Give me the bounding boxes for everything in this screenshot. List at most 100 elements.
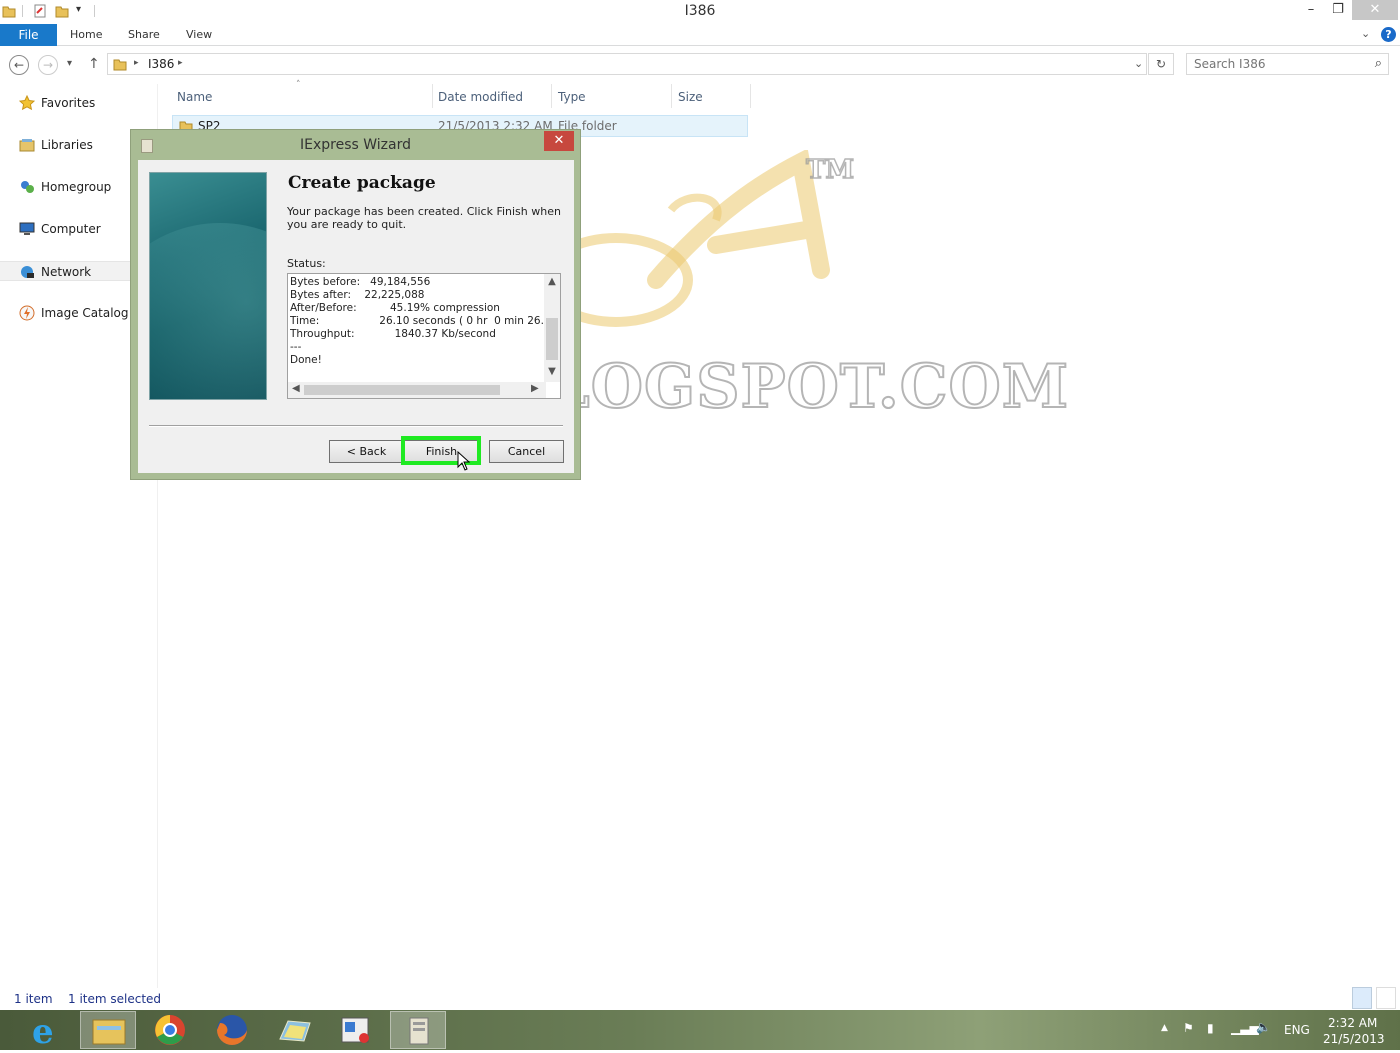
status-line: Bytes before: 49,184,556 (290, 276, 431, 288)
tab-share[interactable]: Share (128, 28, 160, 41)
dialog-close-button[interactable]: ✕ (544, 131, 574, 151)
volume-icon[interactable]: 🔈 (1256, 1020, 1271, 1034)
media-icon[interactable] (328, 1011, 384, 1049)
nav-item-homegroup[interactable]: Homegroup (0, 177, 130, 197)
column-separator[interactable] (432, 84, 433, 108)
status-text-area[interactable]: Bytes before: 49,184,556 Bytes after: 22,… (287, 273, 561, 399)
scroll-thumb[interactable] (304, 385, 500, 395)
close-button[interactable]: ✕ (1352, 0, 1398, 20)
nav-item-label: Homegroup (41, 180, 112, 194)
dialog-body: Create package Your package has been cre… (138, 160, 574, 473)
column-header-name[interactable]: Name (177, 90, 212, 104)
homegroup-icon (21, 181, 34, 193)
folder-icon (113, 59, 127, 71)
expand-ribbon-icon[interactable]: ⌄ (1361, 27, 1370, 40)
tab-home[interactable]: Home (70, 28, 102, 41)
nav-item-libraries[interactable]: Libraries (0, 135, 130, 155)
breadcrumb-chevron-icon[interactable]: ▸ (178, 58, 183, 68)
nav-item-label: Computer (41, 222, 101, 236)
mouse-cursor-icon (457, 451, 471, 471)
libraries-icon (19, 139, 35, 152)
status-line: Bytes after: 22,225,088 (290, 289, 425, 301)
divider (149, 425, 563, 427)
windows-photo-icon[interactable] (266, 1011, 322, 1049)
status-line: --- (290, 341, 302, 353)
action-center-flag-icon[interactable]: ⚑ (1183, 1021, 1194, 1035)
clock-date[interactable]: 21/5/2013 (1323, 1032, 1385, 1046)
wizard-banner-image (149, 172, 267, 400)
search-field[interactable]: ⌕ (1186, 53, 1389, 75)
power-icon[interactable]: ▮ (1207, 1021, 1214, 1035)
refresh-icon[interactable]: ↻ (1148, 53, 1174, 75)
scroll-right-icon[interactable]: ▶ (531, 383, 539, 394)
ribbon-tabs: File Home Share View ⌄ ? (0, 24, 1400, 46)
large-icons-view-icon[interactable] (1376, 987, 1396, 1009)
column-separator[interactable] (551, 84, 552, 108)
nav-item-favorites[interactable]: Favorites (0, 93, 130, 113)
dialog-heading: Create package (288, 173, 436, 193)
restore-button[interactable]: ❐ (1324, 0, 1352, 20)
status-bar: 1 item 1 item selected (0, 989, 1400, 1009)
cancel-button[interactable]: Cancel (489, 440, 564, 463)
item-count: 1 item (14, 992, 53, 1006)
computer-icon (19, 222, 35, 235)
status-lines: Bytes before: 49,184,556 Bytes after: 22,… (290, 276, 544, 367)
scroll-down-icon[interactable]: ▼ (544, 366, 560, 377)
back-arrow-icon[interactable]: ← (9, 55, 29, 75)
forward-arrow-icon[interactable]: → (38, 55, 58, 75)
scroll-left-icon[interactable]: ◀ (292, 383, 300, 394)
internet-explorer-icon[interactable]: e (18, 1011, 74, 1052)
network-signal-icon[interactable]: ▁▃▅ (1231, 1021, 1259, 1035)
column-separator[interactable] (750, 84, 751, 108)
clock-time[interactable]: 2:32 AM (1328, 1016, 1377, 1030)
search-icon[interactable]: ⌕ (1375, 56, 1382, 71)
iexpress-wizard-dialog: IExpress Wizard ✕ Create package Your pa… (130, 129, 581, 480)
up-arrow-icon[interactable]: ↑ (88, 56, 100, 72)
column-header-size[interactable]: Size (678, 90, 703, 104)
status-label: Status: (287, 257, 326, 270)
dialog-title: IExpress Wizard (300, 137, 411, 153)
nav-item-computer[interactable]: Computer (0, 219, 130, 239)
status-line: Time: 26.10 seconds ( 0 hr 0 min 26.10 s… (290, 315, 544, 327)
details-view-icon[interactable] (1352, 987, 1372, 1009)
scroll-up-icon[interactable]: ▲ (544, 276, 560, 287)
selection-count: 1 item selected (68, 992, 162, 1006)
firefox-icon[interactable] (204, 1011, 260, 1049)
star-icon (19, 95, 35, 111)
search-input[interactable] (1187, 54, 1357, 74)
address-dropdown-icon[interactable]: ⌄ (1134, 57, 1143, 70)
breadcrumb[interactable]: I386 (148, 57, 174, 71)
iexpress-icon[interactable] (390, 1011, 446, 1049)
nav-item-image-catalog[interactable]: Image Catalog (0, 303, 130, 323)
tab-view[interactable]: View (186, 28, 212, 41)
help-icon[interactable]: ? (1381, 27, 1396, 42)
column-header-type[interactable]: Type (558, 90, 586, 104)
language-indicator[interactable]: ENG (1284, 1023, 1310, 1037)
nav-item-label: Libraries (41, 138, 93, 152)
title-bar: ▾ I386 – ❐ ✕ (0, 0, 1400, 24)
address-bar[interactable]: ▸ I386 ▸ ⌄ (107, 53, 1147, 75)
vertical-scrollbar[interactable]: ▲ ▼ (544, 274, 560, 382)
horizontal-scrollbar[interactable]: ◀ ▶ (288, 382, 546, 398)
recent-locations-icon[interactable]: ▾ (67, 58, 72, 69)
ja-techs-logo: TM (539, 150, 855, 327)
status-line: Done! (290, 354, 322, 366)
column-header-date[interactable]: Date modified (438, 90, 523, 104)
scroll-thumb[interactable] (546, 318, 558, 360)
nav-item-network[interactable]: Network (0, 261, 130, 281)
minimize-button[interactable]: – (1297, 0, 1325, 20)
network-icon (21, 266, 34, 278)
image-catalog-icon (19, 305, 35, 321)
chrome-icon[interactable] (142, 1011, 198, 1049)
status-line: Throughput: 1840.37 Kb/second (290, 328, 496, 340)
column-separator[interactable] (671, 84, 672, 108)
nav-item-label: Image Catalog (41, 306, 129, 320)
file-explorer-icon[interactable] (80, 1011, 136, 1049)
trademark-mark: TM (806, 155, 854, 185)
show-hidden-icons-icon[interactable]: ▲ (1161, 1023, 1168, 1033)
nav-item-label: Network (41, 265, 92, 279)
tab-file[interactable]: File (0, 24, 57, 46)
svg-text:e: e (32, 1012, 54, 1049)
breadcrumb-chevron-icon[interactable]: ▸ (134, 58, 139, 68)
back-button[interactable]: < Back (329, 440, 404, 463)
